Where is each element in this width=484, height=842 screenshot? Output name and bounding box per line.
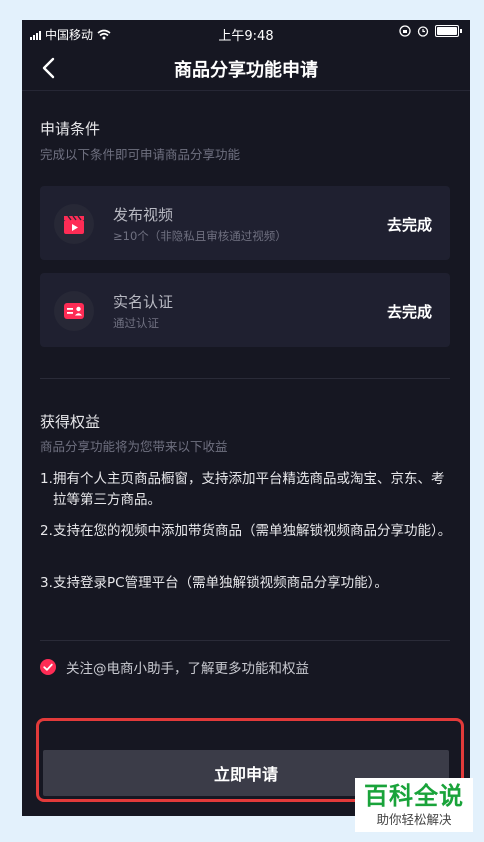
benefit-text: 拥有个人主页商品橱窗，支持添加平台精选商品或淘宝、京东、考拉等第三方商品。 (53, 471, 445, 508)
benefits-subtitle: 商品分享功能将为您带来以下收益 (40, 439, 228, 454)
nav-bar: 商品分享功能申请 (22, 46, 470, 90)
checkbox-checked-icon[interactable] (40, 659, 56, 675)
nav-divider (22, 90, 470, 91)
section-divider (40, 640, 450, 641)
benefit-number: 3. (40, 575, 53, 591)
task-desc: 通过认证 (113, 316, 159, 330)
task-desc: ≥10个（非隐私且审核通过视频） (113, 229, 287, 243)
alarm-icon (417, 26, 429, 37)
watermark-sub: 助你轻松解决 (376, 812, 452, 827)
battery-tip (460, 29, 462, 33)
task-icon-wrap (54, 204, 94, 244)
task-name: 发布视频 (113, 206, 174, 224)
conditions-subtitle: 完成以下条件即可申请商品分享功能 (40, 147, 241, 162)
watermark-logo: 百科全说 助你轻松解决 (355, 778, 473, 832)
rotation-lock-icon (399, 25, 411, 37)
follow-label: 关注@电商小助手，了解更多功能和权益 (66, 661, 309, 677)
follow-checkbox-row[interactable]: 关注@电商小助手，了解更多功能和权益 (40, 657, 309, 677)
app-screen: 中国移动 上午9:48 商品分享功能申请 申请条件 完成以下条件即可申请商品分享… (22, 20, 470, 816)
benefit-number: 1. (40, 471, 53, 487)
page-title: 商品分享功能申请 (174, 60, 318, 81)
watermark-main: 百科全说 (364, 782, 464, 810)
status-right (399, 25, 462, 37)
id-card-icon (64, 303, 84, 319)
benefit-number: 2. (40, 523, 53, 539)
benefit-item: 2. 支持在您的视频中添加带货商品（需单独解锁视频商品分享功能）。 (40, 521, 454, 542)
benefits-title: 获得权益 (40, 413, 101, 431)
benefit-item: 3. 支持登录PC管理平台（需单独解锁视频商品分享功能）。 (40, 573, 454, 594)
benefit-text: 支持登录PC管理平台（需单独解锁视频商品分享功能）。 (53, 575, 388, 591)
benefit-item: 1. 拥有个人主页商品橱窗，支持添加平台精选商品或淘宝、京东、考拉等第三方商品。 (40, 469, 454, 511)
task-name: 实名认证 (113, 293, 174, 311)
video-clapper-icon (64, 215, 84, 234)
conditions-title: 申请条件 (40, 120, 101, 138)
battery-icon (435, 25, 459, 37)
complete-task-button[interactable]: 去完成 (387, 301, 432, 322)
status-bar: 中国移动 上午9:48 (22, 20, 470, 46)
benefit-text: 支持在您的视频中添加带货商品（需单独解锁视频商品分享功能）。 (53, 523, 452, 539)
task-card-publish-video: 发布视频 ≥10个（非隐私且审核通过视频） 去完成 (40, 186, 450, 260)
section-divider (40, 378, 450, 379)
task-icon-wrap (54, 291, 94, 331)
complete-task-button[interactable]: 去完成 (387, 214, 432, 235)
task-card-real-name: 实名认证 通过认证 去完成 (40, 273, 450, 347)
